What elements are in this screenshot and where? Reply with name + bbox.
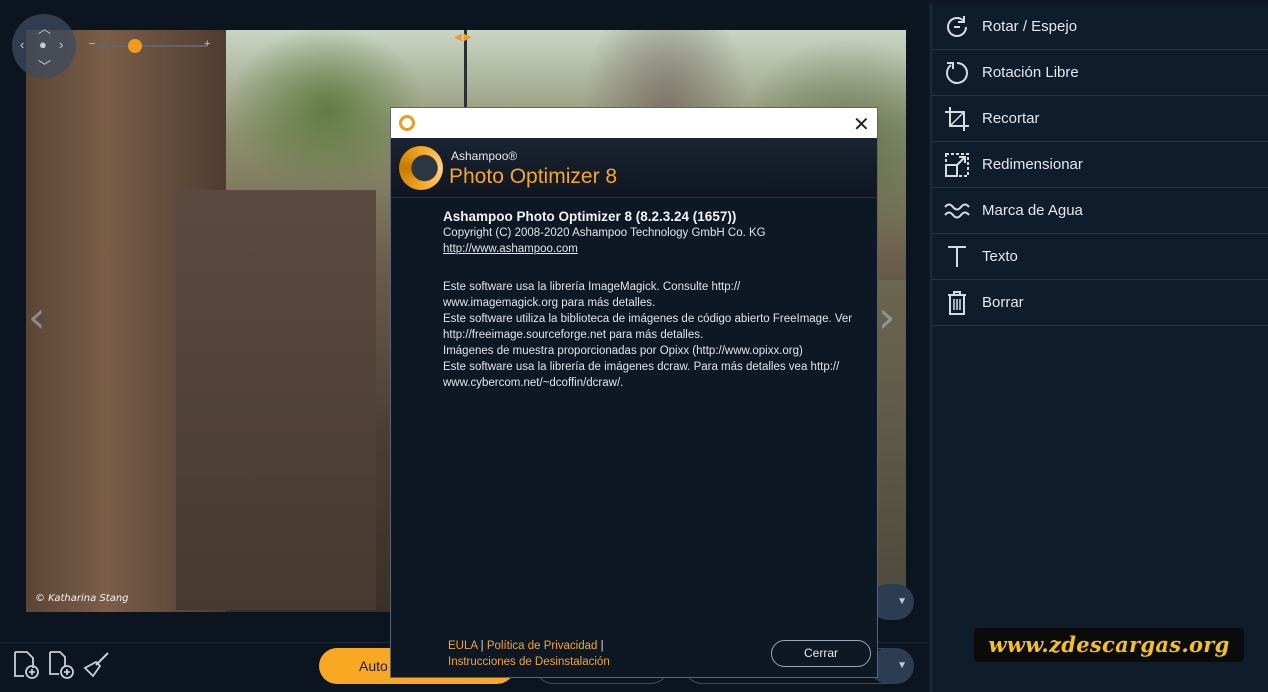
credits-line: http://freeimage.sourceforge.net para má… <box>443 329 704 341</box>
free-rotation-icon <box>932 59 982 87</box>
credits-line: www.cybercom.net/~dcoffin/dcraw/. <box>443 377 624 389</box>
tool-label: Rotar / Espejo <box>982 18 1078 35</box>
copyright-text: Copyright (C) 2008-2020 Ashampoo Technol… <box>443 227 766 239</box>
link-separator: | <box>600 640 604 652</box>
tool-free-rotation[interactable]: Rotación Libre <box>932 50 1268 96</box>
uninstall-link[interactable]: Instrucciones de Desinstalación <box>448 654 610 670</box>
tool-label: Texto <box>982 248 1018 265</box>
pan-right-icon[interactable]: › <box>59 37 63 52</box>
trash-icon <box>932 289 982 317</box>
ashampoo-logo-icon <box>399 146 443 190</box>
next-image-icon[interactable]: › <box>878 292 896 343</box>
credits-block: Este software usa la librería ImageMagic… <box>443 279 873 391</box>
app-window: © Katharina Stang ◀▶ ︿ ﹀ ‹ › ● − + ‹ › R… <box>0 0 1268 692</box>
add-folder-file-icon[interactable] <box>47 650 75 685</box>
credits-line: www.imagemagick.org para más detalles. <box>443 297 656 309</box>
credits-line: Este software usa la librería de imágene… <box>443 361 840 373</box>
link-separator: | <box>480 640 484 652</box>
dialog-titlebar: ✕ <box>391 108 877 138</box>
close-button[interactable]: Cerrar <box>771 640 871 667</box>
brand-name: Ashampoo® <box>451 149 518 163</box>
dialog-body: Ashampoo Photo Optimizer 8 (8.2.3.24 (16… <box>443 208 873 391</box>
pan-down-icon[interactable]: ﹀ <box>38 56 51 75</box>
credits-line: Este software utiliza la biblioteca de i… <box>443 313 853 325</box>
tool-label: Redimensionar <box>982 156 1083 173</box>
clean-brush-icon[interactable] <box>82 650 112 685</box>
version-text: Ashampoo Photo Optimizer 8 (8.2.3.24 (16… <box>443 209 737 224</box>
tool-crop[interactable]: Recortar <box>932 96 1268 142</box>
photo-credit: © Katharina Stang <box>35 593 129 604</box>
dialog-header: Ashampoo® Photo Optimizer 8 <box>391 138 877 198</box>
rotate-mirror-icon <box>932 13 982 41</box>
compare-split-handle-icon[interactable]: ◀▶ <box>454 32 473 43</box>
tool-text[interactable]: Texto <box>932 234 1268 280</box>
text-icon <box>932 243 982 271</box>
tool-label: Marca de Agua <box>982 202 1083 219</box>
product-name: Photo Optimizer 8 <box>449 165 618 188</box>
pan-navigation-pad[interactable]: ︿ ﹀ ‹ › ● <box>12 14 76 78</box>
privacy-link[interactable]: Política de Privacidad <box>487 640 598 652</box>
previous-image-icon[interactable]: ‹ <box>28 292 46 343</box>
close-icon[interactable]: ✕ <box>853 112 870 136</box>
tool-label: Recortar <box>982 110 1040 127</box>
watermark-icon <box>932 197 982 225</box>
zoom-in-icon[interactable]: + <box>204 38 210 50</box>
photo-wall <box>176 190 376 610</box>
tools-sidebar: Rotar / Espejo Rotación Libre Recortar R… <box>930 4 1268 692</box>
app-logo-icon <box>399 115 415 131</box>
zoom-out-icon[interactable]: − <box>89 38 95 50</box>
pan-left-icon[interactable]: ‹ <box>20 37 24 52</box>
website-link[interactable]: http://www.ashampoo.com <box>443 241 873 257</box>
zoom-slider-handle[interactable] <box>128 39 142 53</box>
about-dialog: ✕ Ashampoo® Photo Optimizer 8 Ashampoo P… <box>390 107 878 678</box>
crop-icon <box>932 105 982 133</box>
pan-up-icon[interactable]: ︿ <box>38 18 51 37</box>
legal-links: EULA | Política de Privacidad | Instrucc… <box>448 638 610 670</box>
credits-line: Imágenes de muestra proporcionadas por O… <box>443 345 803 357</box>
tool-rotate-mirror[interactable]: Rotar / Espejo <box>932 4 1268 50</box>
add-file-icon[interactable] <box>12 650 40 685</box>
credits-line: Este software usa la librería ImageMagic… <box>443 281 741 293</box>
resize-icon <box>932 151 982 179</box>
tool-delete[interactable]: Borrar <box>932 280 1268 326</box>
eula-link[interactable]: EULA <box>448 640 477 652</box>
tool-label: Borrar <box>982 294 1024 311</box>
pan-center-icon[interactable]: ● <box>39 37 47 52</box>
site-watermark: www.zdescargas.org <box>974 628 1244 662</box>
tool-resize[interactable]: Redimensionar <box>932 142 1268 188</box>
zoom-slider[interactable] <box>95 45 207 47</box>
tool-watermark[interactable]: Marca de Agua <box>932 188 1268 234</box>
tool-label: Rotación Libre <box>982 64 1079 81</box>
